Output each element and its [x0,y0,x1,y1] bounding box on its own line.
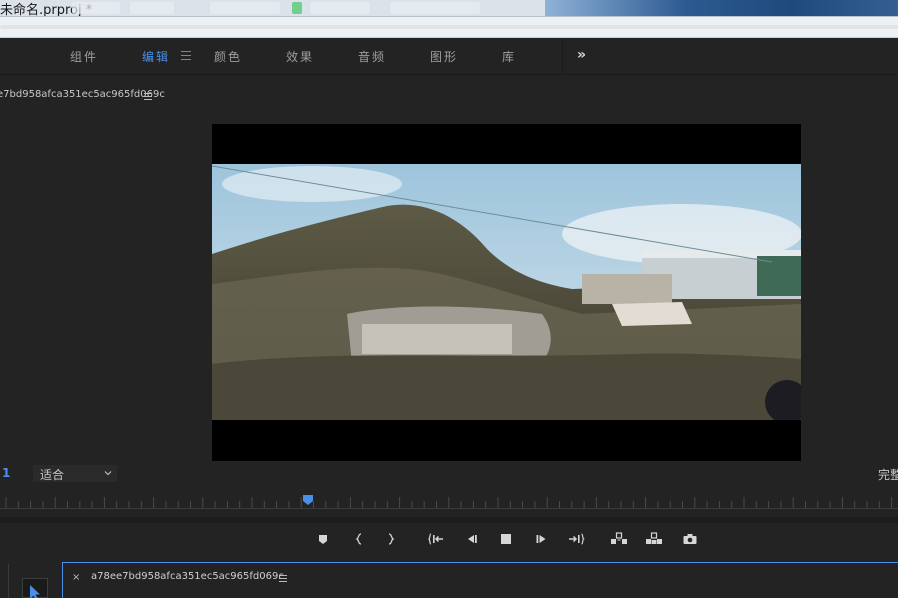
playback-resolution-label[interactable]: 完整 [878,466,898,483]
workspace-divider [562,40,563,73]
tools-divider [8,564,9,598]
stop-icon [501,534,511,544]
extract-icon [646,532,662,544]
extract-button[interactable] [645,530,663,548]
lift-icon [611,532,627,544]
background-window-tab [390,2,480,14]
step-back-button[interactable] [462,530,480,548]
fit-dropdown-value: 适合 [40,468,65,482]
workspace-bar: 组件 编辑 颜色 效果 音频 图形 库 » [0,38,898,75]
program-monitor: a78ee7bd958afca351ec5ac965fd069c [0,81,898,562]
close-icon[interactable]: × [72,572,80,583]
mark-in-button[interactable] [350,530,368,548]
stop-button[interactable] [497,530,515,548]
step-back-icon [468,535,477,543]
transport-controls [0,528,898,550]
step-forward-button[interactable] [533,530,551,548]
workspace-tab-graphics[interactable]: 图形 [430,48,458,65]
workspace-tab-color[interactable]: 颜色 [214,48,242,65]
application-menu-strip [0,17,898,38]
strip-bar [0,25,898,29]
background-app-icon [292,2,302,14]
workspace-tab-libraries[interactable]: 库 [502,48,516,65]
time-ruler-baseline [0,508,898,509]
zoom-level-label: 1 [2,466,11,480]
zoom-scrollbar[interactable] [0,517,898,523]
add-marker-button[interactable] [314,530,332,548]
chevron-down-icon [104,471,112,476]
go-to-out-button[interactable] [567,530,585,548]
background-window-tab [210,2,280,14]
selection-arrow-icon [30,585,40,598]
workspace-tab-assembly[interactable]: 组件 [70,48,98,65]
background-window-tab [130,2,174,14]
go-to-in-button[interactable] [428,530,446,548]
camera-icon [683,534,697,544]
step-forward-icon [536,535,546,543]
background-window-tab [310,2,370,14]
video-preview [212,164,801,420]
lift-button[interactable] [610,530,628,548]
mark-out-button[interactable] [382,530,400,548]
workspace-tab-editing[interactable]: 编辑 [142,48,170,65]
time-ruler[interactable] [0,493,898,509]
marker-icon [319,535,327,544]
panel-menu-icon[interactable] [279,575,287,582]
export-frame-button[interactable] [681,530,699,548]
desktop-background [545,0,898,16]
program-monitor-title: a78ee7bd958afca351ec5ac965fd069c [0,89,165,100]
window-title-bar: 未命名.prproj * [0,0,898,17]
workspace-tab-effects[interactable]: 效果 [286,48,314,65]
mark-in-icon [355,533,362,545]
workspace-tab-audio[interactable]: 音频 [358,48,386,65]
go-to-out-icon [569,533,585,545]
background-window-tab [72,2,120,14]
time-ruler-ticks [5,497,893,508]
go-to-in-icon [428,533,443,545]
video-frame-image [212,164,801,420]
timeline-panel: × a78ee7bd958afca351ec5ac965fd069c [62,562,898,598]
panel-menu-icon[interactable] [144,93,152,100]
selection-tool-button[interactable] [22,578,48,598]
fit-dropdown[interactable]: 适合 [33,465,117,482]
playhead-icon[interactable] [303,495,314,505]
workspace-menu-icon[interactable] [181,51,191,60]
timeline-tab-title[interactable]: a78ee7bd958afca351ec5ac965fd069c [91,571,284,582]
mark-out-icon [388,533,395,545]
more-workspaces-icon[interactable]: » [577,47,586,63]
